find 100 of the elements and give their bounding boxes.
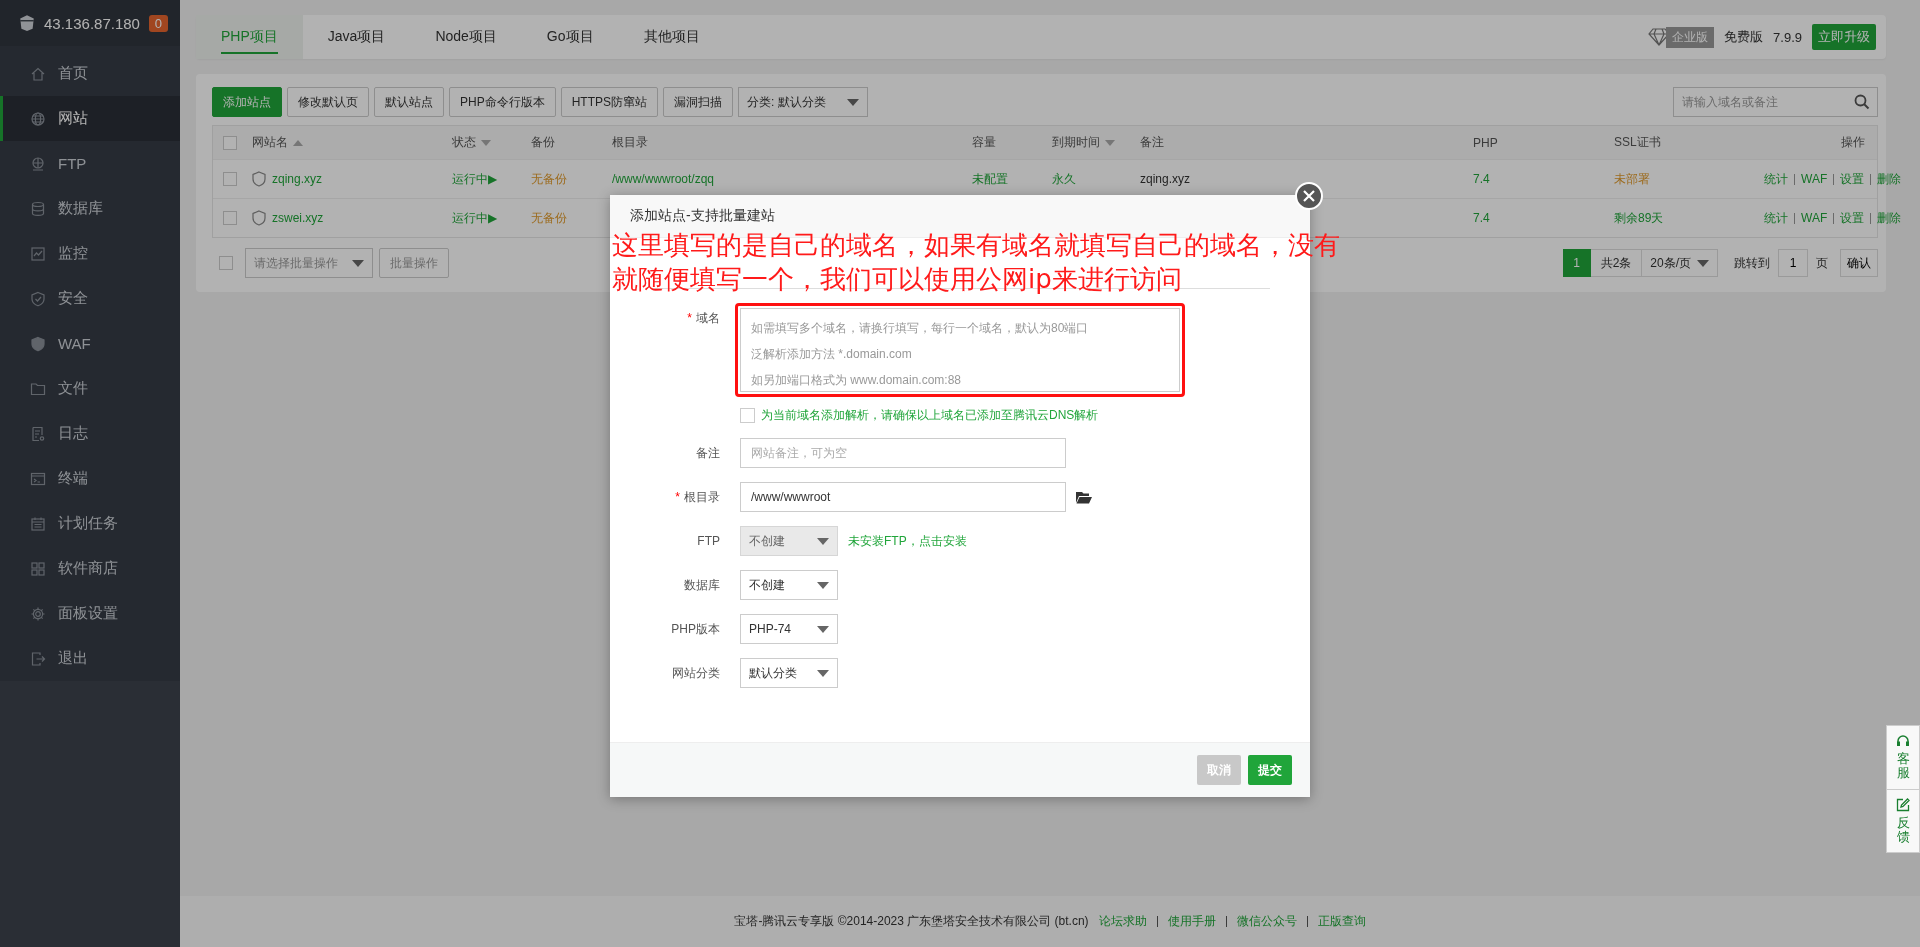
field-label: 备注 [696,446,720,460]
php-version-link[interactable]: 7.4 [1473,172,1490,186]
action-link[interactable]: 删除 [1877,209,1902,227]
sidebar-item[interactable]: 数据库 [0,186,180,231]
footer-link[interactable]: 使用手册 [1167,913,1216,930]
column-header: 状态 [452,134,476,151]
shield-icon [30,290,46,307]
sort-caret-icon[interactable] [1105,139,1115,146]
page-input[interactable]: 1 [1778,249,1808,277]
backup-text[interactable]: 无备份 [531,210,567,225]
page-button[interactable]: 1 [1562,249,1591,277]
caret-icon [817,537,829,545]
sidebar-item[interactable]: 退出 [0,636,180,681]
field-label: 根目录 [684,490,720,504]
search-icon[interactable] [1854,94,1870,110]
select-field[interactable]: 默认分类 [740,658,838,688]
float-button[interactable]: 反馈 [1887,788,1919,853]
required-mark: * [687,311,692,325]
project-tab[interactable]: Java项目 [302,15,411,59]
toolbar-button[interactable]: 漏洞扫描 [663,87,734,117]
php-version-link[interactable]: 7.4 [1473,211,1490,225]
toolbar-button[interactable]: PHP命令行版本 [449,87,556,117]
folder-icon[interactable] [1076,490,1092,504]
checkbox[interactable] [740,408,755,423]
shield-icon [252,210,266,226]
status-text[interactable]: 运行中▶ [452,210,498,225]
batch-checkbox[interactable] [219,256,233,270]
action-link[interactable]: 设置 [1840,209,1865,227]
row-checkbox[interactable] [223,172,237,186]
footer-link[interactable]: 微信公众号 [1236,913,1297,930]
sidebar-item[interactable]: 首页 [0,51,180,96]
confirm-button[interactable]: 确认 [1840,249,1878,277]
toolbar-button[interactable]: 添加站点 [212,87,282,117]
sidebar-item[interactable]: 网站 [0,96,180,141]
action-link[interactable]: 统计 [1764,209,1788,227]
sidebar-item[interactable]: 面板设置 [0,591,180,636]
jump-label: 跳转到 [1733,254,1771,272]
project-tab[interactable]: PHP项目 [196,15,303,59]
text-field[interactable]: /www/wwwroot [740,482,1066,512]
ssl-status[interactable]: 剩余89天 [1614,210,1664,225]
column-header: PHP [1473,135,1498,150]
sidebar-item[interactable]: FTP [0,141,180,186]
select-all-checkbox[interactable] [223,135,237,150]
calendar-icon [30,515,46,532]
placeholder-text: 泛解析添加方法 *.domain.com [751,346,913,363]
site-link[interactable]: zswei.xyz [272,211,324,225]
notification-badge[interactable]: 0 [148,14,168,32]
domain-field[interactable]: 如需填写多个域名，请换行填写，每行一个域名，默认为80端口 泛解析添加方法 *.domain.com 如另加端口格式为 www.domain.com:88 [740,308,1180,392]
action-link[interactable]: WAF [1801,172,1828,186]
sidebar-item[interactable]: 软件商店 [0,546,180,591]
edit-icon [1896,797,1910,812]
text-field[interactable]: 网站备注，可为空 [740,438,1066,468]
toolbar-button[interactable]: HTTPS防窜站 [560,87,659,117]
root-path-link[interactable]: /www/wwwroot/zqq [612,172,715,186]
sidebar-item[interactable]: 监控 [0,231,180,276]
upgrade-button[interactable]: 立即升级 [1812,24,1876,50]
settings-icon [30,605,46,622]
expiry-link[interactable]: 永久 [1052,171,1076,186]
float-button[interactable]: 客服 [1887,726,1919,789]
category-select[interactable]: 分类: 默认分类 [738,87,869,117]
site-link[interactable]: zqing.xyz [272,172,323,186]
log-icon [30,425,46,442]
select-field[interactable]: PHP-74 [740,614,838,644]
select-field[interactable]: 不创建 [740,570,838,600]
action-link[interactable]: 统计 [1764,170,1788,188]
sort-caret-icon[interactable] [481,139,491,146]
page-size-select[interactable]: 20条/页 [1642,249,1718,277]
batch-button[interactable]: 批量操作 [379,248,449,278]
action-link[interactable]: WAF [1801,211,1828,225]
project-tab[interactable]: Go项目 [521,15,619,59]
sidebar-item[interactable]: 文件 [0,366,180,411]
toolbar-button[interactable]: 修改默认页 [287,87,369,117]
project-tab[interactable]: Node项目 [410,15,522,59]
caret-icon [352,259,364,267]
copyright-text: 宝塔-腾讯云专享版 ©2014-2023 广东堡塔安全技术有限公司 (bt.cn) [734,913,1089,930]
shield-icon [252,171,266,187]
row-checkbox[interactable] [223,211,237,225]
sidebar-item[interactable]: WAF [0,321,180,366]
ssl-status[interactable]: 未部署 [1614,171,1650,186]
sidebar-item[interactable]: 安全 [0,276,180,321]
dialog-button[interactable]: 提交 [1248,755,1292,785]
capacity-link[interactable]: 未配置 [972,171,1008,186]
sort-caret-icon[interactable] [293,139,303,146]
database-icon [30,200,46,217]
search-field[interactable]: 请输入域名或备注 [1673,87,1878,117]
sidebar-item[interactable]: 计划任务 [0,501,180,546]
sidebar-item[interactable]: 日志 [0,411,180,456]
action-link[interactable]: 设置 [1840,170,1865,188]
placeholder-text: 如需填写多个域名，请换行填写，每行一个域名，默认为80端口 [751,320,1090,337]
batch-select[interactable]: 请选择批量操作 [245,248,373,278]
action-link[interactable]: 删除 [1877,170,1902,188]
toolbar-button[interactable]: 默认站点 [374,87,444,117]
footer-link[interactable]: 正版查询 [1317,913,1366,930]
project-tab[interactable]: 其他项目 [618,15,725,59]
page-unit: 页 [1815,254,1829,272]
backup-text[interactable]: 无备份 [531,171,567,186]
grid-icon [30,560,46,577]
sidebar-item[interactable]: 终端 [0,456,180,501]
footer-link[interactable]: 论坛求助 [1098,913,1147,930]
status-text[interactable]: 运行中▶ [452,171,498,186]
